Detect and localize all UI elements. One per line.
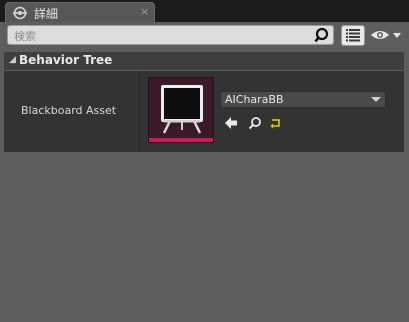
tab-title: 詳細 bbox=[34, 7, 59, 21]
search-input[interactable] bbox=[12, 27, 316, 45]
property-row-blackboard-asset: Blackboard Asset AICharaBB bbox=[4, 71, 404, 152]
search-icon[interactable] bbox=[314, 27, 331, 44]
close-icon[interactable]: × bbox=[140, 5, 149, 18]
details-toolbar bbox=[0, 22, 409, 50]
collapse-arrow-icon[interactable]: ◢ bbox=[9, 55, 16, 65]
reset-to-default-icon[interactable] bbox=[269, 116, 283, 130]
tab-strip: 詳細 × bbox=[0, 0, 409, 23]
browse-magnifier-icon[interactable] bbox=[248, 116, 262, 130]
property-label: Blackboard Asset bbox=[21, 104, 117, 117]
asset-thumbnail[interactable] bbox=[148, 77, 214, 143]
use-selected-arrow-icon[interactable] bbox=[224, 116, 238, 130]
details-panel: ◢ Behavior Tree Blackboard Asset AIChara… bbox=[0, 22, 409, 322]
tab-details[interactable]: 詳細 × bbox=[5, 2, 155, 23]
column-divider[interactable] bbox=[139, 71, 140, 152]
details-icon bbox=[13, 6, 27, 20]
category-behavior-tree[interactable]: ◢ Behavior Tree bbox=[4, 52, 404, 70]
list-view-icon bbox=[346, 29, 360, 42]
category-label: Behavior Tree bbox=[19, 53, 113, 67]
asset-name-value: AICharaBB bbox=[225, 93, 284, 106]
blackboard-asset-combo[interactable]: AICharaBB bbox=[220, 91, 386, 108]
view-options-button[interactable] bbox=[341, 25, 365, 46]
asset-type-color-bar bbox=[149, 138, 213, 142]
chevron-down-icon[interactable] bbox=[371, 97, 381, 102]
eye-icon[interactable] bbox=[370, 27, 404, 43]
search-box[interactable] bbox=[7, 25, 334, 45]
blackboard-asset-icon bbox=[152, 81, 210, 136]
